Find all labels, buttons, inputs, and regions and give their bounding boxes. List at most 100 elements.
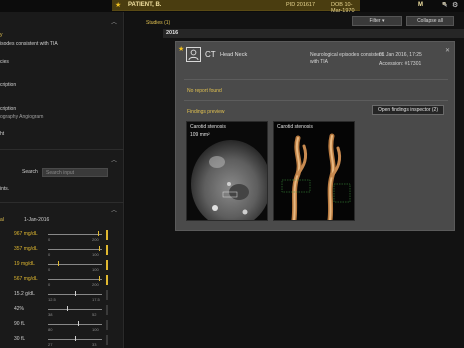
patient-id: PID 201617 (286, 2, 316, 8)
studies-count-label: Studies (1) (146, 20, 171, 26)
open-findings-inspector-button[interactable]: Open findings inspector (2) (372, 105, 444, 115)
lab-result-row[interactable]: 357 mg/dL 0 100 (0, 245, 124, 260)
lab-result-row[interactable]: 42% 38 52 (0, 305, 124, 320)
lab-value-marker (57, 261, 59, 266)
close-icon[interactable]: ✕ (445, 47, 450, 54)
study-card[interactable]: ★ ✕ CT Head Neck Neurological episodes c… (175, 41, 455, 231)
study-date: 01 Jan 2016, 17:25 (379, 52, 422, 58)
lab-result-row[interactable]: 967 mg/dL 0 200 (0, 230, 124, 245)
lab-value-marker (97, 231, 99, 236)
year-label: 2016 (166, 30, 179, 36)
study-description: Neurological episodes consistent with TI… (310, 52, 384, 65)
lab-result-row[interactable]: 15.2 g/dL 12.5 17.5 (0, 290, 124, 305)
lab-value-marker (77, 321, 79, 326)
lab-value: 90 fL (14, 321, 26, 327)
finding-thumbnail[interactable]: Carotid stenosis (273, 121, 355, 221)
study-star-icon[interactable]: ★ (178, 45, 184, 53)
lab-flag-indicator (106, 305, 108, 315)
divider (0, 202, 124, 203)
lab-result-row[interactable]: 567 mg/dL 0 200 (0, 275, 124, 290)
vessel-3d-image (274, 122, 354, 220)
lab-range-max: 52 (92, 312, 97, 317)
chevron-up-icon[interactable]: ︿ (111, 205, 117, 214)
lab-value: 42% (14, 306, 25, 312)
lab-range-max: 100 (92, 252, 99, 257)
lab-range-line (48, 264, 102, 265)
user-avatar-icon (186, 47, 201, 62)
summary-line: cies (0, 59, 9, 65)
lab-range-min: 27 (48, 342, 53, 347)
lab-value-marker (66, 306, 68, 311)
thumbnail-title: Carotid stenosis (190, 124, 226, 130)
lab-range-max: 100 (92, 267, 99, 272)
lab-range-min: 0 (48, 282, 51, 287)
chevron-down-icon: ▾ (382, 18, 385, 24)
search-label: Search (22, 169, 38, 175)
lab-range-max: 200 (92, 282, 99, 287)
lab-flag-indicator (106, 260, 108, 270)
tool-icon[interactable]: ✎ (442, 1, 448, 9)
divider (0, 149, 124, 150)
finding-thumbnail[interactable]: Carotid stenosis 109 mm² (186, 121, 268, 221)
year-group-header[interactable] (163, 29, 464, 38)
lab-value-marker (99, 246, 101, 251)
lab-flag-indicator (106, 230, 108, 240)
summary-line: cription (0, 106, 17, 112)
filter-button[interactable]: Filter ▾ (352, 16, 402, 26)
lab-range-max: 33 (92, 342, 97, 347)
patient-sex: M (418, 2, 423, 8)
report-status: No report found (187, 88, 222, 94)
summary-line: cription (0, 82, 17, 88)
study-accession: Accession: #17301 (379, 61, 422, 67)
lab-value: 15.2 g/dL (14, 291, 35, 297)
lab-range-max: 100 (92, 327, 99, 332)
main-area: Studies (1) Filter ▾ Collapse all 2016 ★… (125, 12, 464, 348)
lab-result-row[interactable]: 90 fL 80 100 (0, 320, 124, 335)
lab-range-min: 0 (48, 252, 51, 257)
lab-flag-indicator (106, 335, 108, 345)
left-panel: ︿ y isodes consistent with TIA cies crip… (0, 12, 124, 348)
lab-flag-indicator (106, 275, 108, 285)
lab-range-max: 17.5 (92, 297, 100, 302)
lab-value: 967 mg/dL (14, 231, 38, 237)
lab-range-min: 12.5 (48, 297, 56, 302)
collapse-all-button[interactable]: Collapse all (406, 16, 454, 26)
lab-value: 357 mg/dL (14, 246, 38, 252)
study-body-region: Head Neck (220, 52, 248, 58)
search-input[interactable]: Search input (42, 168, 108, 177)
lab-range-line (48, 234, 102, 235)
study-modality: CT (205, 50, 216, 59)
lab-flag-indicator (106, 320, 108, 330)
lab-result-row[interactable]: 30 fL 27 33 (0, 335, 124, 348)
lab-result-row[interactable]: 19 mg/dL 0 100 (0, 260, 124, 275)
lab-flag-indicator (106, 290, 108, 300)
lab-range-max: 200 (92, 237, 99, 242)
lab-value-marker (99, 276, 101, 281)
settings-icon[interactable]: ⚙ (452, 1, 458, 9)
top-bar: ★ PATIENT, B. PID 201617 DOB 10-Mar-1970… (0, 0, 464, 20)
patient-banner[interactable]: ★ PATIENT, B. PID 201617 DOB 10-Mar-1970… (112, 0, 446, 20)
chevron-up-icon[interactable]: ︿ (111, 17, 117, 26)
lab-value: 30 fL (14, 336, 26, 342)
lab-value: 19 mg/dL (14, 261, 35, 267)
labs-column-label: al (0, 217, 4, 223)
thumbnail-measurement: 109 mm² (190, 132, 210, 138)
summary-line: ography Angiogram (0, 114, 44, 120)
divider (184, 100, 448, 101)
divider (184, 79, 448, 80)
thumbnail-title: Carotid stenosis (277, 124, 313, 130)
chevron-up-icon[interactable]: ︿ (111, 155, 117, 164)
search-hint: ints. (0, 186, 10, 192)
lab-range-line (48, 324, 102, 325)
lab-value-marker (75, 291, 76, 296)
lab-range-min: 0 (48, 237, 51, 242)
summary-title: y (0, 32, 3, 38)
lab-range-line (48, 249, 102, 250)
lab-range-min: 0 (48, 267, 51, 272)
findings-preview-label: Findings preview (187, 109, 225, 115)
lab-flag-indicator (106, 245, 108, 255)
lab-value: 567 mg/dL (14, 276, 38, 282)
lab-range-line (48, 309, 102, 310)
patient-star-icon: ★ (115, 2, 122, 9)
lab-range-line (48, 279, 102, 280)
